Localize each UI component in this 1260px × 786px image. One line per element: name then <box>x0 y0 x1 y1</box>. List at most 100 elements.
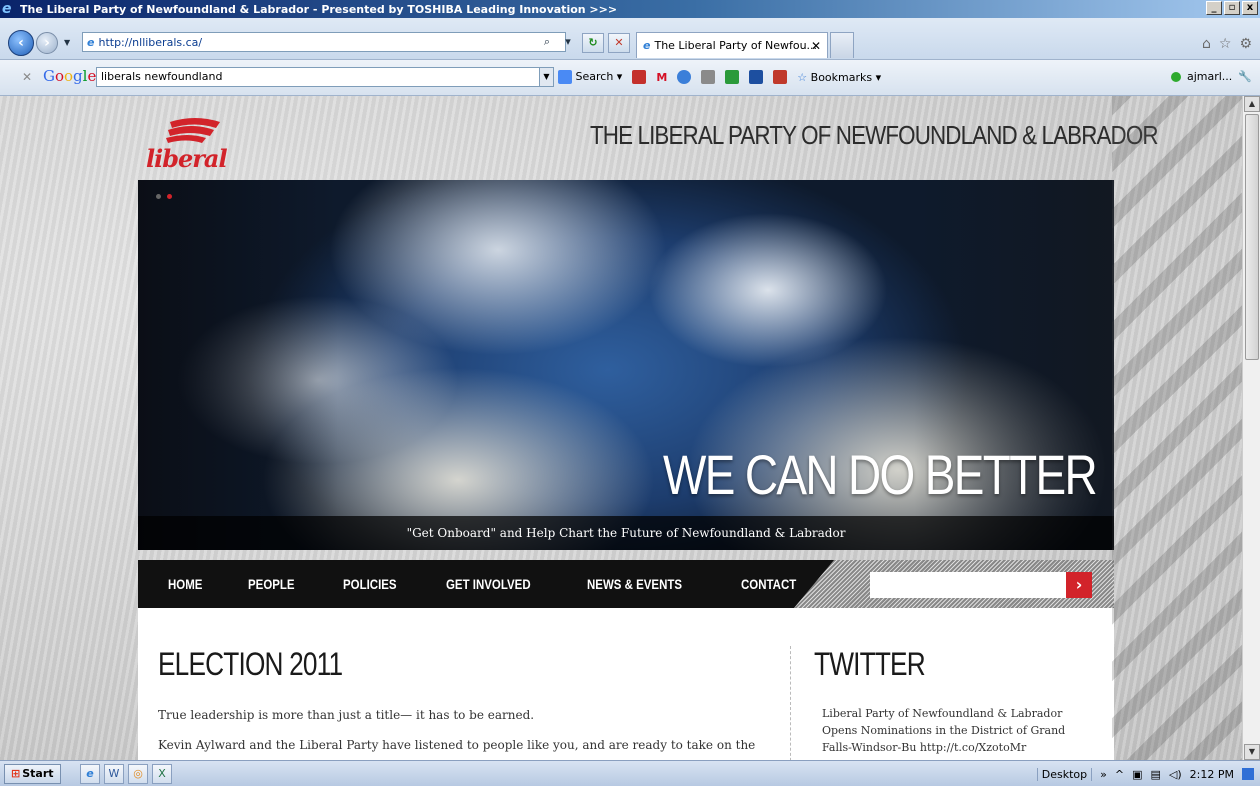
address-input[interactable]: e http://nlliberals.ca/ <box>82 32 566 52</box>
content-area: ELECTION 2011 True leadership is more th… <box>138 608 1114 760</box>
twitter-heading: TWITTER <box>814 646 926 682</box>
vertical-scrollbar[interactable]: ▲ ▼ <box>1242 96 1260 760</box>
google-search-icon <box>558 70 572 84</box>
network-icon[interactable]: ▣ <box>1132 768 1142 781</box>
search-icon[interactable]: ⌕ <box>538 34 556 52</box>
google-logo: Google <box>43 67 97 85</box>
logo-text: liberal <box>146 144 228 173</box>
window-title: The Liberal Party of Newfoundland & Labr… <box>20 2 618 16</box>
slider-dot[interactable] <box>156 194 161 199</box>
scroll-up-button[interactable]: ▲ <box>1244 96 1260 112</box>
scroll-thumb[interactable] <box>1245 114 1259 360</box>
home-icon[interactable]: ⌂ <box>1202 36 1211 52</box>
address-url: http://nlliberals.ca/ <box>98 35 203 49</box>
address-toolbar: ‹ › ▼ e http://nlliberals.ca/ ⌕ ▾ ↻ ✕ e … <box>0 18 1260 60</box>
main-paragraph: True leadership is more than just a titl… <box>158 708 535 722</box>
quick-launch: e W ◎ X <box>80 764 172 784</box>
back-button[interactable]: ‹ <box>8 30 34 56</box>
nav-get-involved[interactable]: GET INVOLVED <box>446 576 531 592</box>
word-taskbar-icon[interactable]: W <box>104 764 124 784</box>
site-search-input[interactable] <box>870 572 1066 598</box>
column-divider <box>790 646 791 760</box>
nav-policies[interactable]: POLICIES <box>343 576 397 592</box>
window-controls: _ ▫ x <box>1206 1 1258 15</box>
gmail-icon[interactable]: M <box>656 71 667 84</box>
browser-right-icons: ⌂ ☆ ⚙ <box>1202 36 1252 52</box>
bookmarks-star-icon: ☆ <box>797 70 808 84</box>
tray-expand-icon[interactable]: » <box>1100 768 1107 781</box>
docs-icon[interactable] <box>701 70 716 84</box>
main-paragraph-2: Kevin Aylward and the Liberal Party have… <box>158 738 756 752</box>
nav-contact[interactable]: CONTACT <box>741 576 796 592</box>
hero-headline: WE CAN DO BETTER <box>663 443 1098 506</box>
tab-page-icon: e <box>643 39 651 52</box>
google-search-input[interactable]: liberals newfoundland <box>96 67 540 87</box>
maps-icon[interactable] <box>725 70 740 84</box>
desktop-toolbar-label[interactable]: Desktop <box>1036 767 1093 781</box>
scholar-icon[interactable] <box>749 70 764 84</box>
main-navigation: HOME PEOPLE POLICIES GET INVOLVED NEWS &… <box>138 560 1114 608</box>
new-tab-button[interactable] <box>830 32 854 58</box>
show-desktop-icon[interactable] <box>1242 768 1254 780</box>
address-dropdown-icon[interactable]: ▾ <box>559 34 577 52</box>
favorites-star-icon[interactable]: ☆ <box>1219 36 1232 52</box>
volume-icon[interactable]: ◁) <box>1169 768 1182 781</box>
site-title: THE LIBERAL PARTY OF NEWFOUNDLAND & LABR… <box>590 120 1159 150</box>
hero-slider[interactable]: WE CAN DO BETTER "Get Onboard" and Help … <box>138 180 1114 550</box>
nav-news-events[interactable]: NEWS & EVENTS <box>587 576 682 592</box>
excel-taskbar-icon[interactable]: X <box>152 764 172 784</box>
windows-flag-icon: ⊞ <box>11 767 21 780</box>
google-search-dropdown-icon[interactable]: ▼ <box>540 67 554 87</box>
tab-close-icon[interactable]: ✕ <box>811 39 821 53</box>
browser-tab[interactable]: e The Liberal Party of Newfou... ✕ <box>636 32 828 58</box>
ie-logo-icon: e <box>2 1 12 17</box>
tab-title: The Liberal Party of Newfou... <box>654 39 818 52</box>
google-search-label: Search <box>575 70 614 83</box>
main-column: ELECTION 2011 True leadership is more th… <box>158 646 778 755</box>
google-toolbar-items: Search ▾ M ☆ Bookmarks ▾ <box>558 70 881 84</box>
nav-list: HOME PEOPLE POLICIES GET INVOLVED NEWS &… <box>168 560 809 608</box>
google-toolbar: ✕ Google liberals newfoundland ▼ Search … <box>0 60 1260 96</box>
tweet-text[interactable]: Liberal Party of Newfoundland & Labrador… <box>814 705 1094 756</box>
close-button[interactable]: x <box>1242 1 1258 15</box>
taskbar: ⊞ Start e W ◎ X Desktop » ^ ▣ ▤ ◁) 2:12 P… <box>0 760 1260 786</box>
liberal-logo[interactable]: liberal <box>140 112 260 173</box>
refresh-button[interactable]: ↻ <box>582 33 604 53</box>
maximize-button[interactable]: ▫ <box>1224 1 1240 15</box>
clock[interactable]: 2:12 PM <box>1190 768 1234 781</box>
hero-shade <box>138 180 338 550</box>
bookmarks-button[interactable]: ☆ Bookmarks ▾ <box>797 71 881 84</box>
stop-button[interactable]: ✕ <box>608 33 630 53</box>
ie-taskbar-icon[interactable]: e <box>80 764 100 784</box>
slider-dots <box>156 194 172 199</box>
picasa-icon[interactable] <box>677 70 692 84</box>
toolbar-close-icon[interactable]: ✕ <box>22 70 32 84</box>
system-tray: Desktop » ^ ▣ ▤ ◁) 2:12 PM <box>1036 764 1254 784</box>
tray-up-icon[interactable]: ^ <box>1115 768 1124 781</box>
minimize-button[interactable]: _ <box>1206 1 1222 15</box>
slider-dot-active[interactable] <box>167 194 172 199</box>
window-titlebar: e The Liberal Party of Newfoundland & La… <box>0 0 1260 18</box>
page-icon: e <box>87 35 95 49</box>
monitor-icon[interactable]: ▤ <box>1151 768 1161 781</box>
hero-caption[interactable]: "Get Onboard" and Help Chart the Future … <box>138 516 1114 550</box>
start-label: Start <box>22 767 54 780</box>
nav-people[interactable]: PEOPLE <box>248 576 295 592</box>
recent-pages-dropdown-icon[interactable]: ▼ <box>64 38 70 47</box>
youtube-icon[interactable] <box>632 70 647 84</box>
address-tools: ⌕ ▾ <box>538 34 577 52</box>
google-user-menu[interactable]: ajmarl... 🔧 <box>1170 70 1252 83</box>
translate-icon[interactable] <box>773 70 788 84</box>
google-user-label: ajmarl... <box>1186 70 1233 83</box>
settings-gear-icon[interactable]: ⚙ <box>1239 36 1252 52</box>
forward-button[interactable]: › <box>36 32 58 54</box>
google-search-button[interactable]: Search ▾ <box>558 70 622 84</box>
outlook-taskbar-icon[interactable]: ◎ <box>128 764 148 784</box>
scroll-down-button[interactable]: ▼ <box>1244 744 1260 760</box>
page-viewport: liberal THE LIBERAL PARTY OF NEWFOUNDLAN… <box>0 96 1242 760</box>
start-button[interactable]: ⊞ Start <box>4 764 61 784</box>
site-search-button[interactable]: › <box>1066 572 1092 598</box>
nav-home[interactable]: HOME <box>168 576 202 592</box>
wrench-icon[interactable]: 🔧 <box>1238 70 1252 83</box>
bookmarks-label: Bookmarks <box>810 70 873 84</box>
